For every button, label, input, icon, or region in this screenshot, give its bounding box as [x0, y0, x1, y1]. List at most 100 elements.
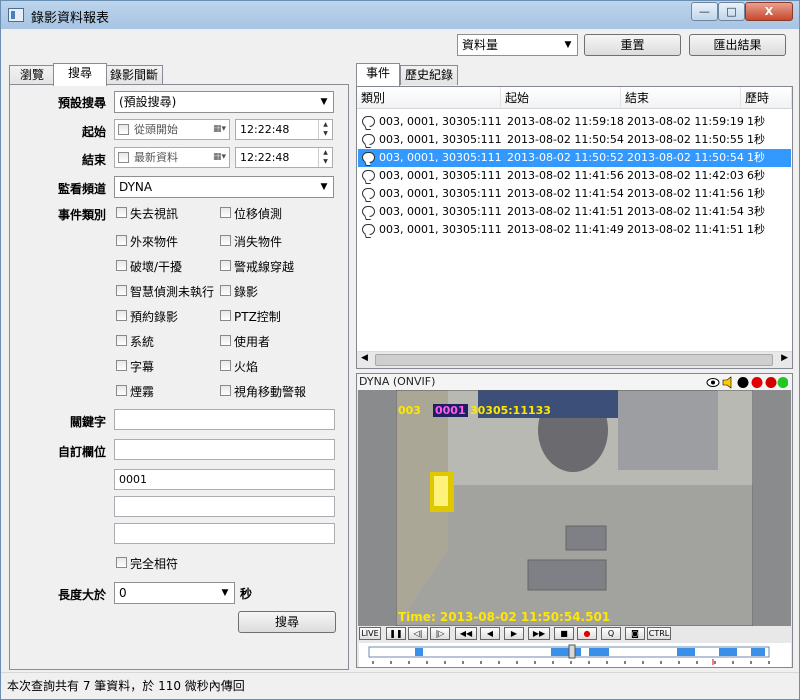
- maximize-button[interactable]: □: [718, 2, 745, 21]
- calendar-icon[interactable]: ▦▾: [213, 120, 226, 139]
- event-checkbox[interactable]: [220, 285, 231, 296]
- event-checkbox[interactable]: [116, 207, 127, 218]
- event-checkbox[interactable]: [220, 260, 231, 271]
- stop-icon[interactable]: ■: [554, 627, 574, 640]
- export-button[interactable]: 匯出結果: [689, 34, 786, 56]
- start-date-picker[interactable]: 從頭開始 ▦▾: [114, 119, 230, 140]
- channel-value: DYNA: [119, 180, 153, 194]
- close-button[interactable]: X: [745, 2, 793, 21]
- end-date-checkbox[interactable]: [118, 152, 129, 163]
- column-header[interactable]: 類別: [357, 87, 501, 109]
- table-header: 類別 起始 結束 歷時: [357, 87, 792, 109]
- spin-arrows-icon[interactable]: ▲ ▼: [318, 120, 332, 139]
- event-label-item: 外來物件: [130, 235, 179, 249]
- cell-start: 2013-08-02 11:41:51: [507, 205, 624, 218]
- table-row-selected[interactable]: 003, 0001, 30305:111... 2013-08-02 11:50…: [358, 149, 791, 167]
- event-checkbox[interactable]: [116, 385, 127, 396]
- table-row[interactable]: 003, 0001, 30305:111... 2013-08-02 11:41…: [358, 203, 791, 221]
- event-checkbox[interactable]: [116, 335, 127, 346]
- rewind-icon[interactable]: ◀◀: [455, 627, 477, 640]
- scroll-left-icon[interactable]: ◀: [361, 353, 368, 363]
- column-header[interactable]: 結束: [621, 87, 741, 109]
- custom-field-4[interactable]: [114, 523, 335, 544]
- timeline-bar[interactable]: [359, 643, 791, 667]
- event-checkbox[interactable]: [116, 310, 127, 321]
- message-icon: [362, 152, 375, 163]
- tab-gap[interactable]: 錄影間斷: [105, 65, 163, 85]
- video-status-icons: [706, 376, 788, 389]
- custom-field-3[interactable]: [114, 496, 335, 517]
- record-icon[interactable]: ●: [577, 627, 597, 640]
- tab-browse[interactable]: 瀏覽: [9, 65, 55, 85]
- event-checkbox[interactable]: [220, 207, 231, 218]
- chevron-down-icon: ▼: [221, 588, 229, 598]
- cell-start: 2013-08-02 11:41:49: [507, 223, 624, 236]
- snapshot-icon[interactable]: ◙: [625, 627, 645, 640]
- cell-start: 2013-08-02 11:41:56: [507, 169, 624, 182]
- tab-history[interactable]: 歷史紀錄: [400, 65, 458, 85]
- start-date-checkbox[interactable]: [118, 124, 129, 135]
- preset-value: (預設搜尋): [119, 95, 177, 109]
- video-timestamp: Time: 2013-08-02 11:50:54.501: [398, 610, 611, 624]
- custom-field-2[interactable]: 0001: [114, 469, 335, 490]
- event-checkbox[interactable]: [116, 260, 127, 271]
- message-icon: [362, 206, 375, 217]
- event-checkbox[interactable]: [220, 335, 231, 346]
- tab-events[interactable]: 事件: [356, 63, 400, 86]
- cell-category: 003, 0001, 30305:111...: [379, 115, 501, 128]
- table-row[interactable]: 003, 0001, 30305:111... 2013-08-02 11:41…: [358, 167, 791, 185]
- timeline-track: [368, 644, 770, 665]
- message-icon: [362, 116, 375, 127]
- step-back-icon[interactable]: ◁|: [408, 627, 428, 640]
- event-checkbox[interactable]: [116, 285, 127, 296]
- data-select[interactable]: 資料量 ▼: [457, 34, 578, 56]
- preset-select[interactable]: (預設搜尋) ▼: [114, 91, 334, 113]
- cell-end: 2013-08-02 11:41:51: [627, 223, 744, 236]
- table-row[interactable]: 003, 0001, 30305:111... 2013-08-02 11:41…: [358, 185, 791, 203]
- channel-select[interactable]: DYNA ▼: [114, 176, 334, 198]
- video-frame[interactable]: 003 0001 30305:11133 Time: 2013-08-02 11…: [358, 390, 791, 626]
- start-date-text: 從頭開始: [134, 123, 178, 136]
- end-date-picker[interactable]: 最新資料 ▦▾: [114, 147, 230, 168]
- scroll-thumb[interactable]: [375, 354, 773, 366]
- table-row[interactable]: 003, 0001, 30305:111... 2013-08-02 11:41…: [358, 221, 791, 239]
- column-header[interactable]: 起始: [501, 87, 621, 109]
- end-label: 結束: [81, 153, 106, 167]
- pause-icon[interactable]: ❚❚: [386, 627, 406, 640]
- event-label-item: 系統: [130, 335, 155, 349]
- horizontal-scrollbar[interactable]: ◀ ▶: [357, 351, 792, 368]
- column-header[interactable]: 歷時: [741, 87, 792, 109]
- play-reverse-icon[interactable]: ◀: [480, 627, 500, 640]
- spin-arrows-icon[interactable]: ▲ ▼: [318, 148, 332, 167]
- event-checkbox[interactable]: [220, 235, 231, 246]
- calendar-icon[interactable]: ▦▾: [213, 148, 226, 167]
- length-select[interactable]: 0 ▼: [114, 582, 235, 604]
- play-icon[interactable]: ▶: [504, 627, 524, 640]
- live-button[interactable]: LIVE: [359, 627, 381, 640]
- event-checkbox[interactable]: [116, 235, 127, 246]
- event-checkbox[interactable]: [220, 310, 231, 321]
- exact-match-label: 完全相符: [130, 557, 179, 571]
- tab-search[interactable]: 搜尋: [53, 63, 107, 86]
- table-row[interactable]: 003, 0001, 30305:111... 2013-08-02 11:59…: [358, 113, 791, 131]
- ctrl-button[interactable]: CTRL: [647, 627, 671, 640]
- event-checkbox[interactable]: [220, 360, 231, 371]
- event-checkbox[interactable]: [220, 385, 231, 396]
- start-time-input[interactable]: 12:22:48 ▲ ▼: [235, 119, 333, 140]
- end-time-input[interactable]: 12:22:48 ▲ ▼: [235, 147, 333, 168]
- table-row[interactable]: 003, 0001, 30305:111... 2013-08-02 11:50…: [358, 131, 791, 149]
- scroll-right-icon[interactable]: ▶: [781, 353, 788, 363]
- event-checkbox[interactable]: [116, 360, 127, 371]
- custom-field-1[interactable]: [114, 439, 335, 460]
- cell-category: 003, 0001, 30305:111...: [379, 133, 501, 146]
- fast-forward-icon[interactable]: ▶▶: [528, 627, 550, 640]
- reset-button[interactable]: 重置: [584, 34, 681, 56]
- minimize-button[interactable]: —: [691, 2, 718, 21]
- cell-end: 2013-08-02 11:41:54: [627, 205, 744, 218]
- zoom-icon[interactable]: Q: [601, 627, 621, 640]
- search-button[interactable]: 搜尋: [238, 611, 336, 633]
- exact-match-checkbox[interactable]: [116, 557, 127, 568]
- search-form: 預設搜尋 (預設搜尋) ▼ 起始 從頭開始 ▦▾ 12:22:48 ▲ ▼ 結束 …: [9, 84, 349, 670]
- keyword-input[interactable]: [114, 409, 335, 430]
- step-forward-icon[interactable]: |▷: [430, 627, 450, 640]
